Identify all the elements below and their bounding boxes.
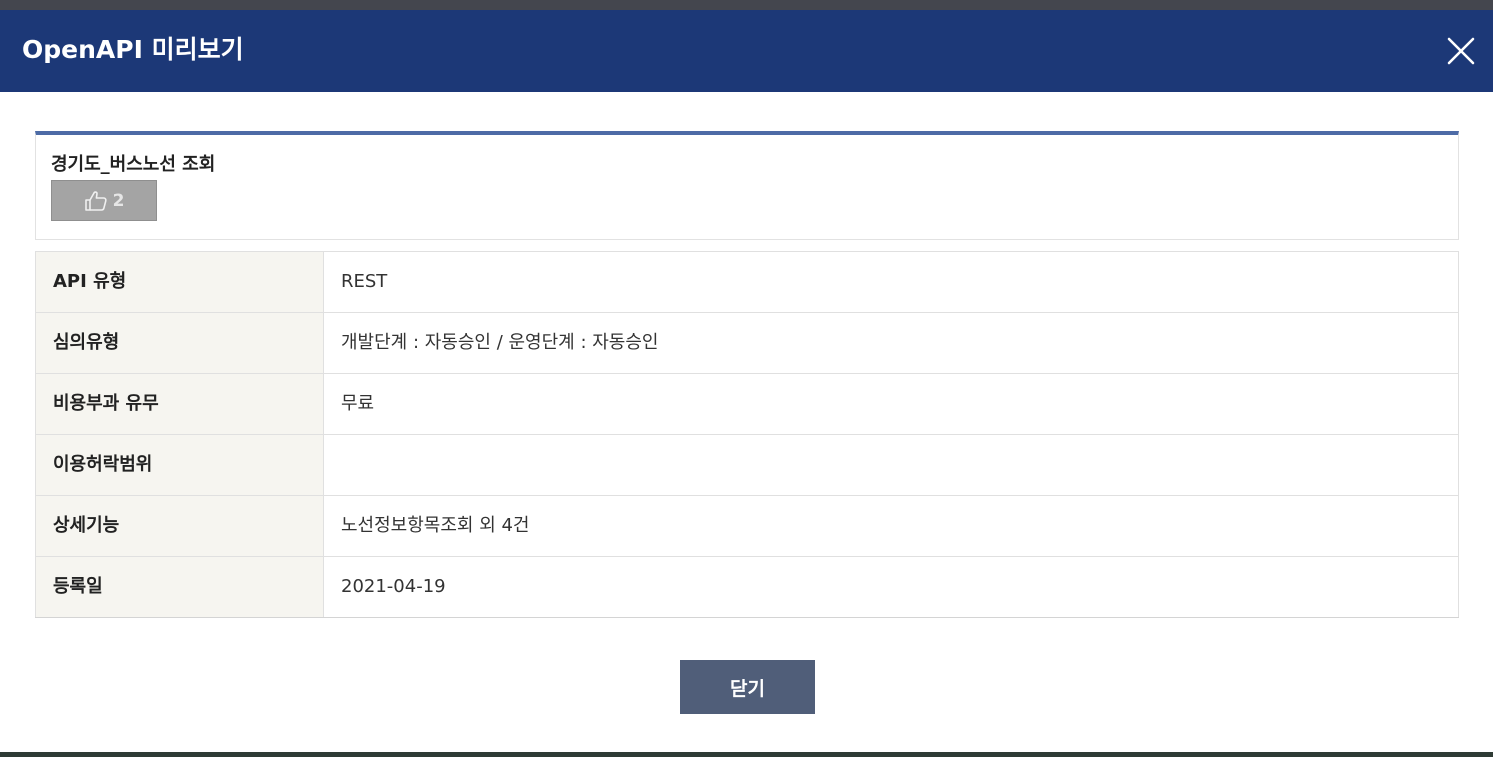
- thumbs-up-icon: [84, 190, 107, 211]
- api-info-table: API 유형 REST 심의유형 개발단계 : 자동승인 / 운영단계 : 자동…: [35, 251, 1459, 618]
- row-label-license-scope: 이용허락범위: [35, 434, 324, 496]
- background-page-bottom: [0, 752, 1493, 757]
- table-row: 상세기능 노선정보항목조회 외 4건: [35, 495, 1459, 557]
- table-row: 이용허락범위: [35, 434, 1459, 496]
- like-count: 2: [112, 190, 125, 211]
- table-row: 비용부과 유무 무료: [35, 373, 1459, 435]
- row-value-registered-date: 2021-04-19: [323, 556, 1459, 618]
- row-label-detail-functions: 상세기능: [35, 495, 324, 557]
- row-value-license-scope: [323, 434, 1459, 496]
- table-row: 등록일 2021-04-19: [35, 556, 1459, 618]
- row-label-registered-date: 등록일: [35, 556, 324, 618]
- row-label-api-type: API 유형: [35, 251, 324, 313]
- modal-header: OpenAPI 미리보기: [0, 10, 1493, 92]
- close-icon[interactable]: [1444, 34, 1478, 68]
- api-name: 경기도_버스노선 조회: [51, 154, 216, 175]
- table-row: API 유형 REST: [35, 251, 1459, 313]
- row-value-detail-functions: 노선정보항목조회 외 4건: [323, 495, 1459, 557]
- row-value-cost: 무료: [323, 373, 1459, 435]
- close-button[interactable]: 닫기: [680, 660, 815, 714]
- row-label-cost: 비용부과 유무: [35, 373, 324, 435]
- api-summary-box: 경기도_버스노선 조회 2: [35, 131, 1459, 240]
- openapi-preview-modal: OpenAPI 미리보기 경기도_버스노선 조회 2 API 유형 REST 심…: [0, 10, 1493, 752]
- like-button[interactable]: 2: [51, 180, 157, 221]
- row-label-review-type: 심의유형: [35, 312, 324, 374]
- table-row: 심의유형 개발단계 : 자동승인 / 운영단계 : 자동승인: [35, 312, 1459, 374]
- row-value-api-type: REST: [323, 251, 1459, 313]
- row-value-review-type: 개발단계 : 자동승인 / 운영단계 : 자동승인: [323, 312, 1459, 374]
- modal-title: OpenAPI 미리보기: [22, 35, 244, 64]
